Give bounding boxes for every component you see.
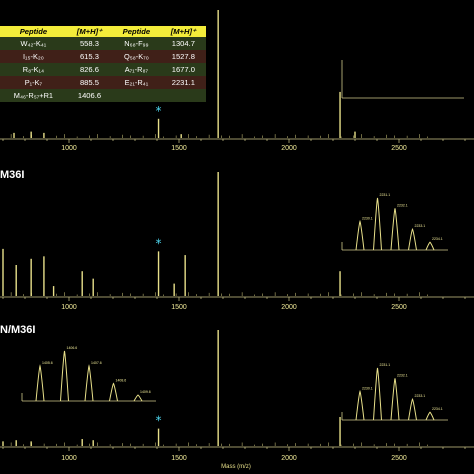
- table-row: W₄₂-K₄₁ 558.3 N₆₈-F₉₉ 1304.7: [0, 37, 206, 50]
- table-row: P₁-K₇ 885.5 E₂₁-R₄₁ 2231.1: [0, 76, 206, 89]
- inset-peak-label: 1408.6: [116, 379, 127, 383]
- x-tick-label: 1000: [61, 455, 77, 462]
- table-cell: 1406.6: [66, 89, 113, 102]
- inset-peak: [373, 367, 382, 421]
- inset-peak-label: 2231.1: [380, 193, 391, 197]
- table-row: R₈-K₁₄ 826.6 A₇₁-R₈₇ 1677.0: [0, 63, 206, 76]
- inset-peak: [84, 364, 94, 402]
- table-row: M₄₆-R₅₇+R1 1406.6: [0, 89, 206, 102]
- table-cell: 1527.8: [160, 50, 206, 63]
- table-header-row: Peptide [M+H]⁺ Peptide [M+H]⁺: [0, 26, 206, 37]
- inset-peak: [60, 350, 69, 402]
- inset-peak-label: 2234.1: [432, 407, 443, 411]
- table-row: I₁₅-K₂₀ 615.3 Q₅₈-K₇₀ 1527.8: [0, 50, 206, 63]
- inset-peak-label: 1407.6: [91, 361, 102, 365]
- table-cell: A₇₁-R₈₇: [112, 63, 161, 76]
- x-axis-label: Mass (m/z): [221, 464, 251, 470]
- inset-peak: [408, 228, 417, 251]
- x-tick-label: 2500: [391, 145, 407, 152]
- peptide-mass-table: Peptide [M+H]⁺ Peptide [M+H]⁺ W₄₂-K₄₁ 55…: [0, 26, 206, 102]
- star-marker: *: [156, 414, 162, 428]
- panel-label-3: N/M36I: [0, 324, 35, 336]
- x-tick-label: 2000: [281, 145, 297, 152]
- inset-peak: [355, 389, 365, 421]
- table-cell: N₆₈-F₉₉: [112, 37, 161, 50]
- table-cell: P₁-K₇: [0, 76, 67, 89]
- table-cell: Q₅₈-K₇₀: [112, 50, 161, 63]
- table-header: Peptide: [0, 26, 67, 37]
- x-tick-label: 2000: [281, 304, 297, 311]
- inset-peak: [425, 241, 435, 251]
- x-tick-label: 2500: [391, 304, 407, 311]
- inset-peak: [355, 219, 365, 251]
- x-tick-label: 1000: [61, 145, 77, 152]
- inset-peak: [425, 411, 435, 421]
- table-cell: 1304.7: [160, 37, 206, 50]
- inset-peak: [109, 382, 118, 402]
- inset-peak-label: 1406.6: [67, 346, 78, 350]
- table-cell: 1677.0: [160, 63, 206, 76]
- table-cell: E₂₁-R₄₁: [112, 76, 161, 89]
- table-header: [M+H]⁺: [66, 26, 113, 37]
- inset-peak-label: 2233.1: [415, 224, 426, 228]
- table-cell: W₄₂-K₄₁: [0, 37, 67, 50]
- panel-label-2: M36I: [0, 169, 24, 181]
- x-tick-label: 1500: [171, 145, 187, 152]
- inset-peak-label: 1405.6: [42, 361, 53, 365]
- inset-peak-label: 1409.6: [140, 390, 151, 394]
- inset-peak: [390, 208, 400, 251]
- table-header: Peptide: [112, 26, 161, 37]
- inset-peak-label: 2232.1: [397, 373, 408, 377]
- x-tick-label: 1500: [171, 304, 187, 311]
- x-tick-label: 2500: [391, 455, 407, 462]
- x-tick-label: 1500: [171, 455, 187, 462]
- table-header: [M+H]⁺: [160, 26, 206, 37]
- inset-peak: [35, 364, 45, 402]
- x-tick-label: 2000: [281, 455, 297, 462]
- inset-peak: [133, 394, 143, 402]
- table-cell: M₄₆-R₅₇+R1: [0, 89, 67, 102]
- table-cell: 615.3: [66, 50, 113, 63]
- inset-peak-label: 2230.1: [362, 386, 373, 390]
- table-cell: 2231.1: [160, 76, 206, 89]
- star-marker: *: [156, 104, 162, 118]
- table-cell: I₁₅-K₂₀: [0, 50, 67, 63]
- table-cell: 885.5: [66, 76, 113, 89]
- table-cell: 558.3: [66, 37, 113, 50]
- table-cell: R₈-K₁₄: [0, 63, 67, 76]
- table-cell: 826.6: [66, 63, 113, 76]
- inset-peak-label: 2234.1: [432, 237, 443, 241]
- inset-peak: [373, 197, 382, 251]
- table-cell: [160, 89, 206, 102]
- inset-peak-label: 2230.1: [362, 216, 373, 220]
- inset-peak-label: 2233.1: [415, 394, 426, 398]
- inset-peak-label: 2231.1: [380, 363, 391, 367]
- x-tick-label: 1000: [61, 304, 77, 311]
- inset-peak: [390, 378, 400, 421]
- inset-peak-label: 2232.1: [397, 203, 408, 207]
- inset-peak: [408, 398, 417, 421]
- table-cell: [112, 89, 161, 102]
- star-marker: *: [156, 236, 162, 250]
